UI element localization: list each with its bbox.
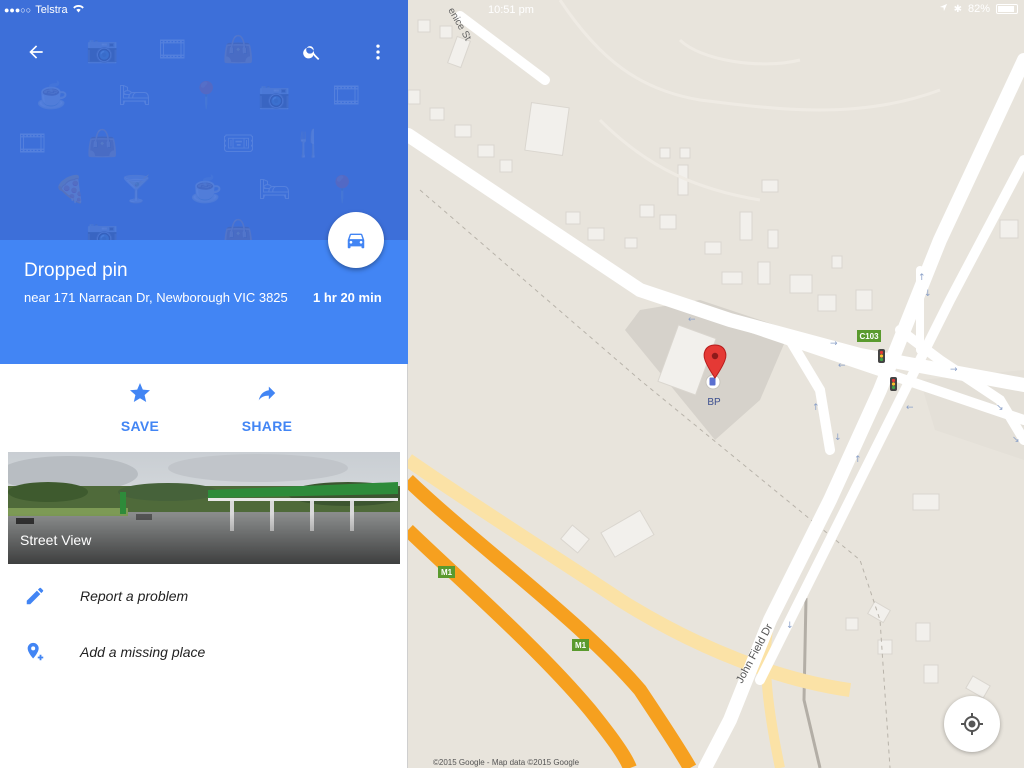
map-canvas: enice St John Field Dr C103 M1 M1 ← → ← … [408,0,1024,768]
add-place-icon [27,642,44,661]
arrow-left-icon [29,45,43,59]
shield-c103-label: C103 [859,332,879,341]
map-view[interactable]: enice St John Field Dr C103 M1 M1 ← → ← … [408,0,1024,768]
car-icon [347,233,365,249]
bp-poi-label: BP [707,397,721,408]
star-icon [130,383,150,402]
svg-text:←: ← [838,361,846,371]
more-options-button[interactable] [362,36,394,68]
add-missing-place-item[interactable]: Add a missing place [0,624,408,680]
status-right: ✱ 82% [939,3,1018,15]
traffic-light-icon [878,349,885,363]
place-title: Dropped pin [24,260,128,281]
share-arrow-icon [258,386,276,401]
shield-m1-upper: M1 [438,566,455,578]
traffic-light-icon [890,377,897,391]
svg-text:↓: ↓ [924,289,932,299]
map-copyright: ©2015 Google - Map data ©2015 Google [433,758,580,767]
svg-text:↓: ↓ [834,433,842,443]
battery-icon [996,4,1018,14]
place-header-image: 📷 🎞 👜 ☕ 🛏 📍 📷 🎞 🎞 👜 🎟 🍴 🍕 🍸 ☕ 🛏 📍 📷 👜 [0,0,408,240]
report-problem-item[interactable]: Report a problem [0,568,408,624]
report-problem-label: Report a problem [80,588,189,604]
share-button[interactable]: SHARE [227,380,307,434]
my-location-button[interactable] [944,696,1000,752]
directions-button[interactable] [328,212,384,268]
svg-text:↑: ↑ [918,273,926,283]
search-icon [303,46,320,60]
signal-strength: ●●●○○ [4,4,32,15]
search-button[interactable] [296,36,328,68]
shield-c103: C103 [857,330,881,342]
bluetooth-icon: ✱ [953,3,962,15]
street-view-label: Street View [20,532,92,548]
svg-text:↓: ↓ [786,621,794,631]
save-label: SAVE [120,418,160,434]
battery-percent: 82% [967,3,990,15]
shield-m1-lower-label: M1 [575,641,587,650]
action-row: SAVE SHARE [0,364,408,452]
svg-text:←: ← [906,403,914,413]
place-address: near 171 Narracan Dr, Newborough VIC 382… [24,290,288,305]
my-location-icon [961,713,983,735]
category-pattern: 📷 🎞 👜 ☕ 🛏 📍 📷 🎞 🎞 👜 🎟 🍴 🍕 🍸 ☕ 🛏 📍 📷 👜 [16,34,364,240]
save-button[interactable]: SAVE [100,380,180,434]
status-time: 10:51 pm [488,4,534,16]
shield-m1-upper-label: M1 [441,568,453,577]
svg-text:↘: ↘ [1012,435,1020,445]
street-view-thumbnail[interactable]: Street View [8,452,400,564]
svg-text:↘: ↘ [996,403,1004,413]
svg-text:↑: ↑ [854,455,862,465]
svg-text:←: ← [688,315,696,325]
status-left: ●●●○○ Telstra [4,3,85,16]
svg-text:↑: ↑ [812,403,820,413]
svg-text:→: → [950,365,958,375]
drive-duration: 1 hr 20 min [313,290,382,305]
shield-m1-lower: M1 [572,639,589,651]
status-bar: ●●●○○ Telstra 10:51 pm ✱ 82% [0,0,1024,20]
add-missing-place-label: Add a missing place [80,644,206,660]
place-panel: 📷 🎞 👜 ☕ 🛏 📍 📷 🎞 🎞 👜 🎟 🍴 🍕 🍸 ☕ 🛏 📍 📷 👜 Dr… [0,0,408,768]
wifi-icon [72,3,85,16]
location-arrow-icon [939,3,948,15]
pencil-icon [26,587,44,605]
carrier-name: Telstra [35,3,68,16]
more-vert-icon [376,44,380,60]
back-button[interactable] [20,36,52,68]
share-label: SHARE [241,418,293,434]
svg-text:→: → [830,339,838,349]
